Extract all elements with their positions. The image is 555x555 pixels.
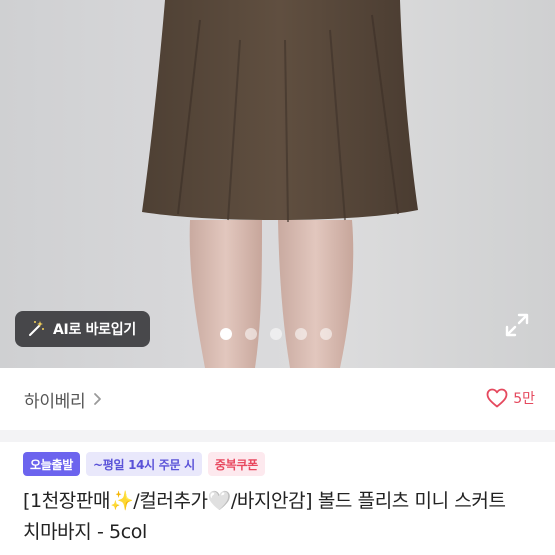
slide-dot[interactable] — [270, 328, 282, 340]
ai-try-on-button[interactable]: AI로 바로입기 — [15, 311, 150, 347]
coupon-badge: 중복쿠폰 — [207, 452, 265, 476]
slide-dot[interactable] — [320, 328, 332, 340]
slide-dot[interactable] — [245, 328, 257, 340]
slide-indicator — [220, 328, 332, 340]
today-shipping-badge: 오늘출발 — [23, 452, 80, 476]
slide-dot[interactable] — [220, 328, 232, 340]
chevron-right-icon — [94, 393, 102, 405]
like-count: 5만 — [513, 391, 535, 407]
store-name: 하이베리 — [24, 391, 86, 412]
expand-icon[interactable] — [504, 312, 530, 338]
magic-wand-icon — [29, 321, 44, 336]
badge-row: 오늘출발 ~평일 14시 주문 시 중복쿠폰 — [23, 452, 265, 476]
section-divider — [0, 430, 555, 442]
ai-try-on-label: AI로 바로입기 — [53, 322, 136, 338]
heart-outline-icon — [486, 388, 508, 408]
like-button[interactable]: 5만 — [486, 388, 535, 408]
slide-dot[interactable] — [295, 328, 307, 340]
store-link[interactable]: 하이베리 5만 — [0, 368, 555, 430]
order-cutoff-badge: ~평일 14시 주문 시 — [85, 452, 202, 476]
product-title: [1천장판매✨/컬러추가🤍/바지안감] 볼드 플리츠 미니 스커트 치마바지 -… — [23, 490, 506, 543]
product-image-gallery[interactable]: AI로 바로입기 — [0, 0, 555, 368]
